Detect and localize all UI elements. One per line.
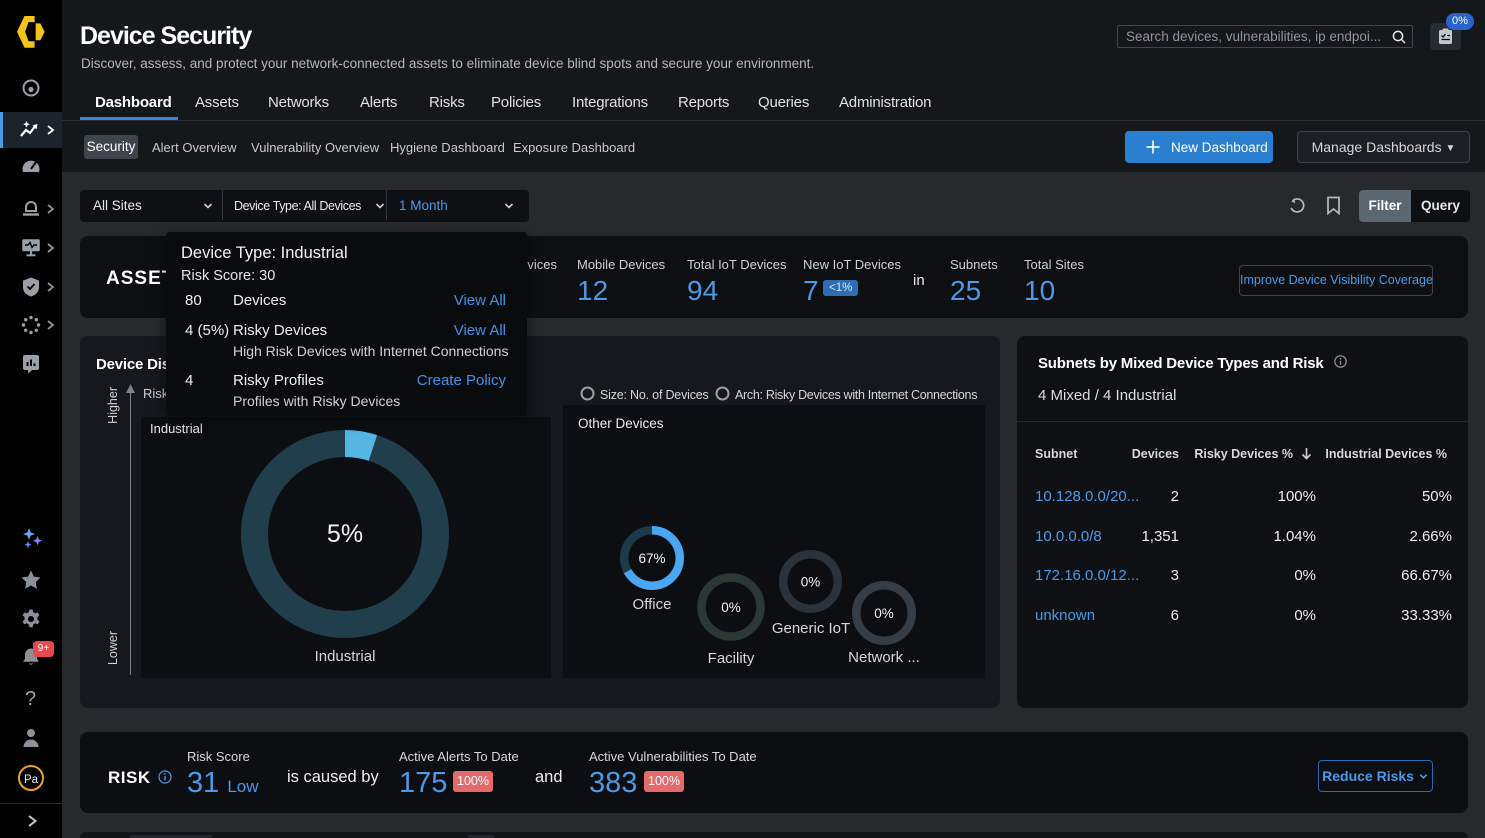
svg-text:67%: 67% [638, 551, 665, 566]
svg-text:0%: 0% [721, 600, 741, 615]
svg-text:5%: 5% [327, 520, 363, 548]
svg-text:0%: 0% [874, 606, 894, 621]
svg-text:0%: 0% [801, 575, 821, 590]
